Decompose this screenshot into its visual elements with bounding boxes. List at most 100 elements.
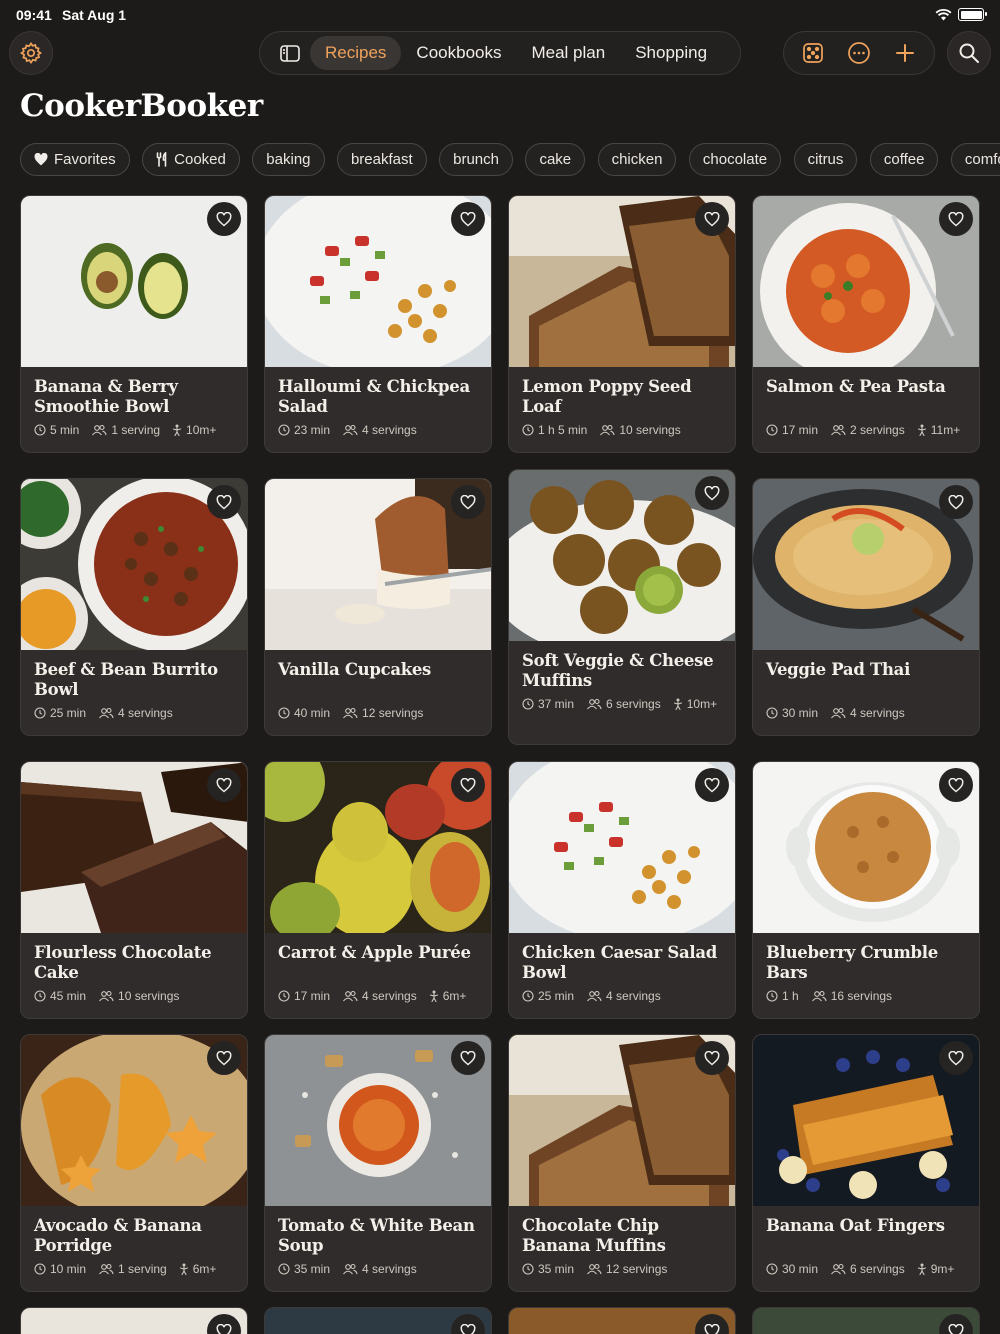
recipe-card[interactable]: Lemon Poppy Seed Loaf 1 h 5 min 10 serving… xyxy=(508,195,736,453)
chip-tag[interactable]: chicken xyxy=(597,143,677,176)
recipe-card[interactable]: Flourless Chocolate Cake 45 min 10 serving… xyxy=(20,761,248,1019)
chip-tag[interactable]: coffee xyxy=(869,143,939,176)
tab-cookbooks[interactable]: Cookbooks xyxy=(401,36,516,70)
recipe-time: 1 h 5 min xyxy=(522,423,587,437)
tab-recipes[interactable]: Recipes xyxy=(310,36,402,70)
tag-filter-bar: Favorites Cooked baking breakfast brunch… xyxy=(20,143,1000,177)
recipe-meta: 40 min 12 servings xyxy=(278,706,478,720)
people-icon xyxy=(811,990,827,1002)
chip-tag[interactable]: comfort xyxy=(950,143,1000,176)
random-recipe-button[interactable] xyxy=(795,35,831,71)
favorite-button[interactable] xyxy=(695,202,729,236)
clock-icon xyxy=(34,707,46,719)
recipe-card-partial[interactable] xyxy=(20,1307,248,1334)
favorite-button[interactable] xyxy=(939,1314,973,1334)
recipe-time: 40 min xyxy=(278,706,330,720)
recipe-card[interactable]: Vanilla Cupcakes 40 min 12 servings xyxy=(264,478,492,736)
recipe-card[interactable]: Blueberry Crumble Bars 1 h 16 servings xyxy=(752,761,980,1019)
tab-meal-plan[interactable]: Meal plan xyxy=(516,36,620,70)
recipe-servings-text: 4 servings xyxy=(362,989,417,1003)
clock-icon xyxy=(278,990,290,1002)
favorite-button[interactable] xyxy=(939,202,973,236)
recipe-card-body: Flourless Chocolate Cake 45 min 10 serving… xyxy=(21,933,247,1013)
favorite-button[interactable] xyxy=(451,1314,485,1334)
recipe-card[interactable]: Chicken Caesar Salad Bowl 25 min 4 serving… xyxy=(508,761,736,1019)
favorite-button[interactable] xyxy=(207,202,241,236)
recipe-servings-text: 16 servings xyxy=(830,989,893,1003)
heart-outline-icon xyxy=(216,1323,232,1334)
favorite-button[interactable] xyxy=(207,1041,241,1075)
chip-tag[interactable]: chocolate xyxy=(688,143,782,176)
recipe-card[interactable]: Salmon & Pea Pasta 17 min 2 servings 11m+ xyxy=(752,195,980,453)
recipe-card[interactable]: Chocolate Chip Banana Muffins 35 min 12 se… xyxy=(508,1034,736,1292)
favorite-button[interactable] xyxy=(207,768,241,802)
recipe-meta: 17 min 2 servings 11m+ xyxy=(766,423,966,437)
people-icon xyxy=(600,424,615,436)
recipe-servings-text: 4 servings xyxy=(362,423,417,437)
clock-icon xyxy=(278,707,290,719)
recipe-card[interactable]: Halloumi & Chickpea Salad 23 min 4 serving… xyxy=(264,195,492,453)
people-icon xyxy=(343,707,358,719)
recipe-time-text: 1 h xyxy=(782,989,799,1003)
recipe-card-body: Lemon Poppy Seed Loaf 1 h 5 min 10 serving… xyxy=(509,367,735,447)
recipe-card[interactable]: Carrot & Apple Purée 17 min 4 servings 6m+ xyxy=(264,761,492,1019)
chip-tag[interactable]: brunch xyxy=(439,143,513,176)
heart-outline-icon xyxy=(216,777,232,792)
favorite-button[interactable] xyxy=(451,202,485,236)
recipe-card[interactable]: Soft Veggie & Cheese Muffins 37 min 6 serv… xyxy=(508,469,736,745)
favorite-button[interactable] xyxy=(695,1314,729,1334)
recipe-title: Veggie Pad Thai xyxy=(766,660,911,679)
recipe-card[interactable]: Banana Oat Fingers 30 min 6 servings 9m+ xyxy=(752,1034,980,1292)
recipe-card[interactable]: Banana & Berry Smoothie Bowl 5 min 1 servi… xyxy=(20,195,248,453)
favorite-button[interactable] xyxy=(451,768,485,802)
chip-cooked[interactable]: Cooked xyxy=(142,143,240,176)
favorite-button[interactable] xyxy=(207,485,241,519)
more-button[interactable] xyxy=(841,35,877,71)
search-button[interactable] xyxy=(947,31,991,75)
sidebar-toggle-button[interactable] xyxy=(270,36,310,70)
recipe-card-partial[interactable] xyxy=(752,1307,980,1334)
chip-tag[interactable]: breakfast xyxy=(336,143,427,176)
recipe-photo xyxy=(753,479,979,650)
chip-tag[interactable]: cake xyxy=(525,143,586,176)
search-icon xyxy=(959,43,979,63)
recipe-card-body: Veggie Pad Thai 30 min 4 servings xyxy=(753,650,979,730)
favorite-button[interactable] xyxy=(695,1041,729,1075)
recipe-meta: 30 min 4 servings xyxy=(766,706,966,720)
recipe-title: Lemon Poppy Seed Loaf xyxy=(522,377,692,416)
chip-favorites[interactable]: Favorites xyxy=(20,143,130,176)
chip-tag[interactable]: citrus xyxy=(793,143,858,176)
recipe-photo xyxy=(21,1308,247,1334)
recipe-servings: 1 serving xyxy=(98,1262,167,1276)
people-icon xyxy=(92,424,107,436)
recipe-card-partial[interactable] xyxy=(264,1307,492,1334)
clock-icon xyxy=(34,424,46,436)
clock-icon xyxy=(522,990,534,1002)
favorite-button[interactable] xyxy=(939,1041,973,1075)
recipe-card-body: Chocolate Chip Banana Muffins 35 min 12 se… xyxy=(509,1206,735,1286)
settings-button[interactable] xyxy=(9,31,53,75)
tab-shopping[interactable]: Shopping xyxy=(620,36,722,70)
favorite-button[interactable] xyxy=(939,768,973,802)
recipe-card-partial[interactable] xyxy=(508,1307,736,1334)
favorite-button[interactable] xyxy=(451,1041,485,1075)
recipe-card[interactable]: Veggie Pad Thai 30 min 4 servings xyxy=(752,478,980,736)
plus-icon xyxy=(896,44,914,62)
chip-tag[interactable]: baking xyxy=(252,143,325,176)
recipe-card[interactable]: Avocado & Banana Porridge 10 min 1 serving… xyxy=(20,1034,248,1292)
recipe-time-text: 45 min xyxy=(50,989,87,1003)
favorite-button[interactable] xyxy=(451,485,485,519)
recipe-servings: 16 servings xyxy=(811,989,892,1003)
clock-icon xyxy=(522,424,534,436)
people-icon xyxy=(99,707,114,719)
favorite-button[interactable] xyxy=(939,485,973,519)
favorite-button[interactable] xyxy=(695,476,729,510)
favorite-button[interactable] xyxy=(207,1314,241,1334)
add-recipe-button[interactable] xyxy=(887,35,923,71)
recipe-meta: 45 min 10 servings xyxy=(34,989,234,1003)
recipe-card[interactable]: Tomato & White Bean Soup 35 min 4 servings xyxy=(264,1034,492,1292)
recipe-time-text: 35 min xyxy=(294,1262,331,1276)
recipe-card[interactable]: Beef & Bean Burrito Bowl 25 min 4 servings xyxy=(20,478,248,736)
favorite-button[interactable] xyxy=(695,768,729,802)
recipe-time: 30 min xyxy=(766,1262,818,1276)
